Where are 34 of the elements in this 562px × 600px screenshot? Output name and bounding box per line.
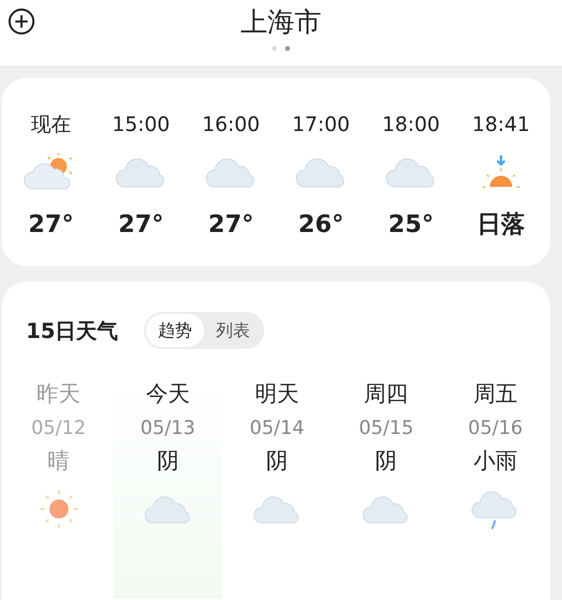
hour-label: 15:00 [112,111,170,138]
hour-temperature: 25° [388,209,434,240]
hour-temperature: 日落 [477,209,525,240]
condition-label: 小雨 [473,448,518,476]
condition-label: 阴 [266,448,288,476]
hour-temperature: 26° [298,209,344,240]
date-label: 05/14 [250,416,304,441]
date-label: 05/13 [140,416,196,441]
day-label: 昨天 [36,381,81,409]
condition-label: 阴 [375,448,398,476]
hour-label: 17:00 [292,111,350,138]
hour-temperature: 27° [118,209,164,240]
condition-label: 晴 [48,448,70,476]
day-label: 明天 [254,381,299,409]
hour-label: 18:41 [472,111,530,138]
city-title: 上海市 [240,6,322,40]
day-label: 今天 [146,381,190,409]
day-label: 周五 [473,381,518,409]
hour-label: 现在 [31,111,71,138]
day-label: 周四 [364,381,408,409]
hour-label: 16:00 [202,111,260,138]
page-dot[interactable] [272,46,277,51]
hour-temperature: 27° [208,209,254,240]
hour-label: 18:00 [382,111,440,138]
forecast-title: 15日天气 [26,318,118,344]
date-label: 05/16 [468,416,523,441]
date-label: 05/15 [358,416,414,441]
view-tab[interactable]: 趋势 [146,314,204,347]
condition-label: 阴 [156,448,179,476]
hour-temperature: 27° [28,209,74,240]
view-tab[interactable]: 列表 [204,314,262,347]
page-dot[interactable] [285,46,290,51]
add-icon[interactable] [8,8,35,35]
date-label: 05/12 [31,416,86,441]
